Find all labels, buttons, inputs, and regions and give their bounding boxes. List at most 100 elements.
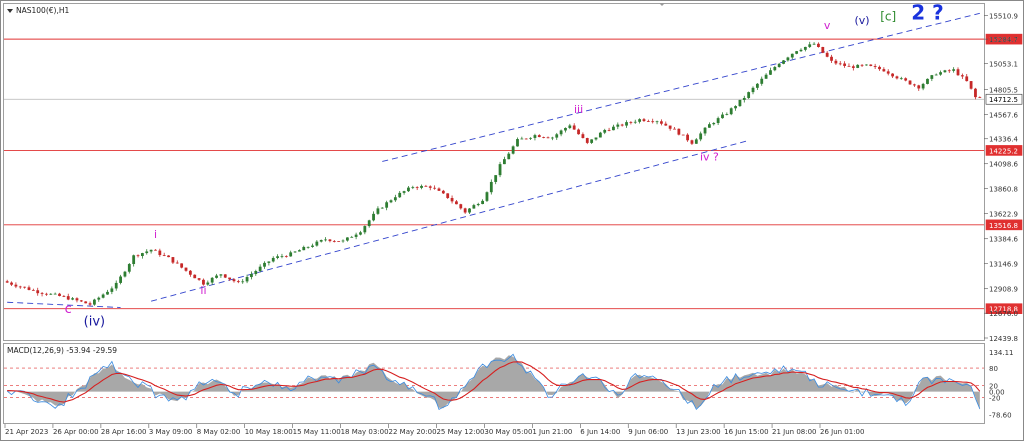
candle-body [97,297,101,300]
candle-body [49,293,53,295]
candle-body [921,83,925,89]
candle-body [228,277,232,280]
candle-body [516,139,519,147]
candle-body [755,83,759,88]
candle-body [267,261,271,263]
candle-body [193,274,197,279]
candle-body [847,65,851,67]
candle-body [106,291,109,295]
candle-body [110,288,114,292]
candle-body [489,181,493,193]
candle-body [485,192,489,201]
candle-body [926,78,929,84]
candle-body [930,75,934,79]
candle-body [851,66,855,68]
candle-body [372,213,375,221]
wave-label: i [154,228,157,241]
time-tick-label: 30 May 05:00 [484,428,532,436]
candle-body [424,185,428,187]
candle-body [180,263,184,268]
candle-body [974,88,977,98]
candle-body [393,197,397,201]
candle-body [559,130,563,135]
candle-body [943,70,947,73]
candle-body [455,201,458,205]
candle-body [298,250,301,252]
candle-body [184,267,188,271]
candle-body [197,278,201,280]
price-tick-label: 14567.6 [989,111,1018,119]
candle-body [354,234,358,237]
candle-body [62,295,66,297]
time-tick-label: 16 Jun 15:00 [724,428,768,436]
candle-body [594,137,598,140]
price-tick-label: 14098.6 [989,161,1018,169]
candle-body [58,293,61,296]
candle-body [681,134,685,136]
candle-body [215,275,218,278]
candle-body [882,69,886,72]
candle-body [459,204,463,209]
time-tick-label: 13 Jun 23:00 [676,428,720,436]
candle-body [93,299,96,305]
candle-body [66,296,70,300]
candle-body [415,187,419,189]
candle-body [524,138,528,140]
candle-body [764,74,768,79]
candle-body [729,108,733,115]
candle-body [223,274,227,278]
candle-body [219,274,223,276]
candle-body [468,208,471,213]
candle-body [236,281,240,283]
candle-body [694,139,698,144]
candle-body [707,124,711,128]
candle-body [978,97,982,98]
candle-body [760,78,764,84]
macd-tick-label: 80 [989,365,998,373]
wave-label: iii [574,103,583,116]
price-tick-label: 12439.8 [989,335,1018,343]
time-tick-label: 22 May 20:00 [389,428,437,436]
candle-body [359,232,362,235]
candle-body [690,140,694,144]
candle-body [167,255,170,258]
candle-body [947,70,951,72]
time-tick-label: 9 Jun 06:00 [628,428,668,436]
wave-label: (v) [855,14,870,27]
candle-body [232,279,236,282]
time-tick-label: 15 May 11:00 [293,428,341,436]
price-chart[interactable]: 15284.714712.514225.213516.812718.8 c(iv… [0,0,1024,441]
candle-body [315,241,319,246]
candle-body [625,122,628,126]
candle-body [476,204,480,206]
candle-body [324,239,327,241]
wave-label: v [824,19,831,32]
candle-body [908,80,912,85]
candle-body [428,186,432,188]
chart-title: NAS100(€),H1 [16,6,69,15]
candle-body [952,69,956,71]
candle-body [463,208,467,213]
candle-body [869,64,873,66]
candle-body [407,187,410,192]
candle-body [441,190,445,194]
candle-body [328,239,332,242]
candle-body [651,121,655,123]
candle-body [188,270,192,275]
candle-body [646,121,650,122]
candle-body [956,69,960,76]
candle-body [345,237,349,241]
candle-body [716,118,720,123]
candle-body [75,298,79,301]
candle-body [912,84,916,86]
candle-body [817,43,820,47]
candle-body [777,63,781,68]
candle-body [616,124,620,127]
time-tick-label: 3 May 09:00 [149,428,193,436]
candle-body [132,255,136,265]
candle-body [79,300,83,302]
candle-body [5,281,9,283]
candle-body [895,76,899,79]
candle-body [808,44,812,47]
candle-body [899,78,903,80]
